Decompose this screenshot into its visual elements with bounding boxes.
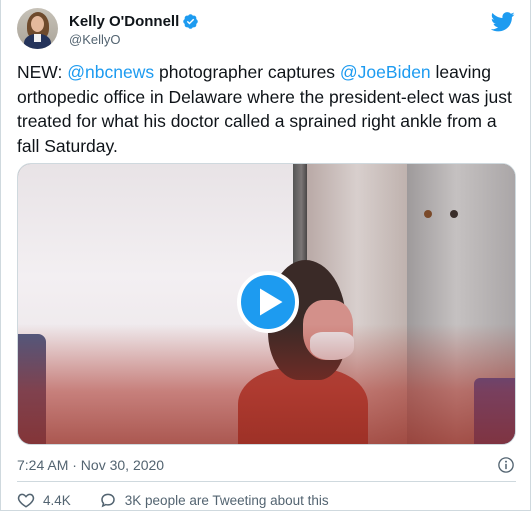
play-icon (259, 288, 282, 316)
divider (17, 481, 516, 482)
mention-nbcnews[interactable]: @nbcnews (67, 62, 154, 82)
tweet-meta: 7:24 AM · Nov 30, 2020 (17, 455, 515, 475)
tweet-timestamp[interactable]: 7:24 AM · Nov 30, 2020 (17, 457, 164, 473)
like-button[interactable]: 4.4K (17, 491, 71, 509)
tweet-text-middle: photographer captures (154, 62, 340, 82)
tweet-text-prefix: NEW: (17, 62, 68, 82)
author-display-name-row[interactable]: Kelly O'Donnell (69, 12, 199, 31)
author-display-name[interactable]: Kelly O'Donnell (69, 12, 179, 31)
mention-joebiden[interactable]: @JoeBiden (340, 62, 431, 82)
verified-badge-icon (183, 14, 199, 29)
comment-bubble-icon (101, 493, 115, 508)
tweet-header: Kelly O'Donnell @KellyO (17, 8, 515, 52)
tweeting-about-text: 3K people are Tweeting about this (124, 492, 329, 508)
heart-icon (17, 493, 35, 508)
tweeting-about-link[interactable]: 3K people are Tweeting about this (99, 491, 329, 509)
like-count: 4.4K (43, 492, 71, 508)
play-button[interactable] (237, 271, 299, 333)
author-names: Kelly O'Donnell @KellyO (69, 12, 199, 48)
author-handle[interactable]: @KellyO (69, 32, 199, 48)
video-player[interactable] (17, 163, 516, 445)
tweet-card[interactable]: Kelly O'Donnell @KellyO NEW: @nbcnews ph… (0, 0, 531, 511)
avatar[interactable] (17, 8, 58, 49)
tweet-actions: 4.4K 3K people are Tweeting about this (17, 490, 515, 510)
twitter-bird-icon[interactable] (491, 12, 515, 32)
tweet-text: NEW: @nbcnews photographer captures @Joe… (17, 60, 515, 158)
info-icon[interactable] (497, 456, 515, 474)
